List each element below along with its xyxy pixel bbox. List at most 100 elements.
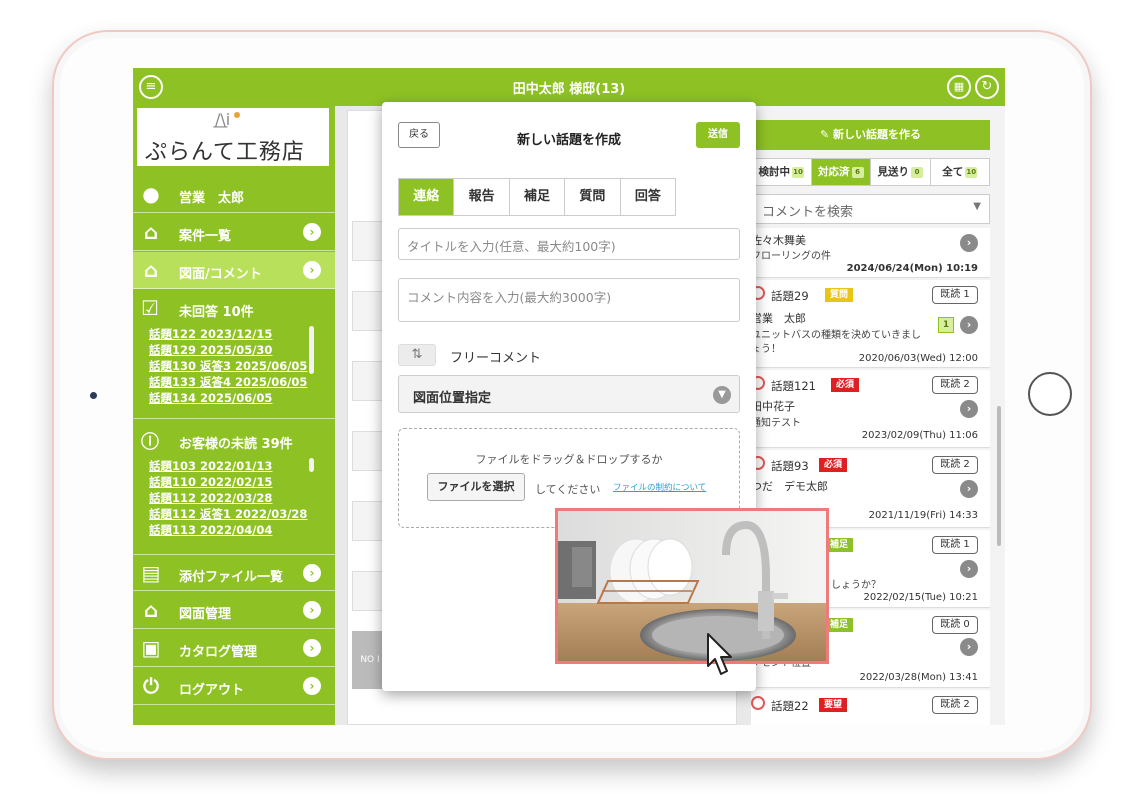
file-limit-link[interactable]: ファイルの制約について [613, 481, 706, 493]
scrollbar[interactable] [997, 406, 1001, 546]
unanswered-link[interactable]: 話題133 返答4 2025/06/05 [149, 374, 309, 390]
user-icon: ● [142, 182, 160, 206]
tab-all[interactable]: 全て 10 [931, 159, 990, 185]
new-comment-count: 1 [938, 317, 954, 333]
unanswered-link[interactable]: 話題122 2023/12/15 [149, 326, 309, 342]
sidebar-item-catalog[interactable]: ▣ カタログ管理 › [133, 630, 335, 667]
calendar-icon[interactable]: ▦ [947, 75, 971, 99]
customer-unread-list: 話題103 2022/01/13 話題110 2022/02/15 話題112 … [149, 458, 309, 544]
tab-considering[interactable]: 検討中 10 [752, 159, 812, 185]
tab-count: 10 [792, 166, 804, 178]
dropzone-text: してください [535, 483, 601, 496]
unanswered-link[interactable]: 話題134 2025/06/05 [149, 390, 309, 406]
chevron-right-icon: › [303, 223, 321, 241]
home-icon: ⌂ [143, 220, 159, 244]
topic-message: 通知テスト [751, 418, 801, 429]
kitchen-sink-photo [555, 508, 829, 664]
chevron-right-icon: › [303, 601, 321, 619]
chevron-right-icon[interactable]: › [960, 234, 978, 252]
new-topic-label: 新しい話題を作る [833, 128, 922, 141]
topic-item[interactable]: 話題29 質問 既読 1 営業 太郎 ユニットバスの種類を決めていきまし ょう！… [751, 280, 990, 368]
chevron-down-icon: ▼ [713, 386, 731, 404]
chevron-right-icon[interactable]: › [960, 400, 978, 418]
choose-file-button[interactable]: ファイルを選択 [427, 473, 525, 501]
sidebar-item-label: 図面/コメント [179, 267, 262, 282]
camera-icon [90, 392, 97, 399]
sidebar-item-attachments[interactable]: ▤ 添付ファイル一覧 › [133, 554, 335, 591]
catalog-icon: ▣ [141, 636, 161, 660]
tab-label: 見送り [877, 166, 910, 178]
sidebar-item-label: 図面管理 [179, 607, 232, 622]
position-select-label: 図面位置指定 [413, 391, 492, 406]
tab-count: 6 [851, 166, 864, 178]
customer-unread-link[interactable]: 話題110 2022/02/15 [149, 474, 309, 490]
read-count: 既読 2 [932, 456, 978, 474]
title-input[interactable]: タイトルを入力(任意、最大約100字) [398, 228, 740, 260]
topic-title: 話題22 [771, 699, 809, 713]
customer-unread-link[interactable]: 話題112 返答1 2022/03/28 [149, 506, 309, 522]
chevron-right-icon[interactable]: › [960, 480, 978, 498]
sidebar: /͟\i ぷらんて工務店 ● 営業 太郎 ⌂ 案件一覧 › ⌂ 図面/コメント … [133, 106, 335, 725]
dropzone-text: ファイルをドラッグ＆ドロップするか [475, 453, 663, 466]
page-title: 田中太郎 様邸(13) [512, 82, 626, 97]
sidebar-item-label: ログアウト [179, 683, 245, 698]
position-select[interactable]: 図面位置指定 ▼ [398, 375, 740, 413]
customer-unread-link[interactable]: 話題103 2022/01/13 [149, 458, 309, 474]
topic-author: つだ デモ太郎 [751, 480, 828, 493]
scrollbar[interactable] [309, 458, 314, 472]
logo: /͟\i ぷらんて工務店 [137, 108, 329, 166]
topic-type-selector: 連絡 報告 補足 質問 回答 [398, 178, 676, 216]
comment-textarea[interactable]: コメント内容を入力(最大約3000字) [398, 278, 740, 322]
user-name: 営業 太郎 [179, 191, 245, 206]
topic-message: フローリングの件 [751, 251, 831, 262]
customer-unread-link[interactable]: 話題112 2022/03/28 [149, 490, 309, 506]
tab-label: 検討中 [758, 166, 791, 178]
refresh-icon[interactable]: ↻ [975, 75, 999, 99]
unanswered-list: 話題122 2023/12/15 話題129 2025/05/30 話題130 … [149, 326, 309, 410]
topic-date: 2021/11/19(Fri) 14:33 [868, 510, 978, 521]
topic-item[interactable]: 話題22 要望 既読 2 [751, 690, 990, 725]
chevron-right-icon[interactable]: › [960, 638, 978, 656]
tab-resolved[interactable]: 対応済 6 [811, 159, 871, 185]
chevron-right-icon[interactable]: › [960, 316, 978, 334]
topic-date: 2022/03/28(Mon) 13:41 [859, 672, 978, 683]
comment-search-select[interactable]: コメントを検索 ▼ [751, 194, 990, 224]
topic-date: 2024/06/24(Mon) 10:19 [846, 263, 978, 274]
sidebar-item-drawing-management[interactable]: ⌂ 図面管理 › [133, 592, 335, 629]
logo-dot [234, 112, 240, 118]
topic-title: 話題93 [771, 459, 809, 473]
tab-postponed[interactable]: 見送り 0 [871, 159, 931, 185]
unanswered-link[interactable]: 話題129 2025/05/30 [149, 342, 309, 358]
topic-author: 佐々木舞美 [751, 234, 806, 247]
scrollbar[interactable] [309, 326, 314, 374]
topic-item[interactable]: 話題121 必須 既読 2 田中花子 通知テスト › 2023/02/09(Th… [751, 370, 990, 448]
unanswered-link[interactable]: 話題130 返答3 2025/06/05 [149, 358, 309, 374]
topic-date: 2023/02/09(Thu) 11:06 [861, 430, 978, 441]
home-button[interactable] [1028, 372, 1072, 416]
topic-date: 2020/06/03(Wed) 12:00 [858, 353, 978, 364]
type-answer[interactable]: 回答 [621, 179, 675, 215]
type-supplement[interactable]: 補足 [510, 179, 566, 215]
sidebar-item-label: 添付ファイル一覧 [179, 570, 284, 585]
type-report[interactable]: 報告 [454, 179, 510, 215]
topic-badge: 必須 [819, 458, 848, 472]
chevron-right-icon: › [303, 261, 321, 279]
free-comment-label: フリーコメント [450, 351, 542, 366]
logo-mark-icon: /͟\i [215, 110, 231, 129]
chevron-right-icon[interactable]: › [960, 560, 978, 578]
sidebar-item-logout[interactable]: ⏻ ログアウト › [133, 668, 335, 705]
stage: ≡ 田中太郎 様邸(13) ▦ ↻ /͟\i ぷらんて工務店 ● 営業 太郎 ⌂… [0, 0, 1138, 800]
new-topic-button[interactable]: ✎ 新しい話題を作る [751, 120, 990, 150]
sidebar-item-label: カタログ管理 [179, 645, 258, 660]
sidebar-item-drawings[interactable]: ⌂ 図面/コメント › [133, 252, 335, 289]
sidebar-item-projects[interactable]: ⌂ 案件一覧 › [133, 214, 335, 251]
topic-title: 話題121 [771, 379, 816, 393]
type-contact[interactable]: 連絡 [399, 179, 455, 215]
send-button[interactable]: 送信 [696, 122, 740, 148]
customer-unread-link[interactable]: 話題113 2022/04/04 [149, 522, 309, 538]
chevron-right-icon: › [303, 639, 321, 657]
topic-badge: 補足 [825, 618, 854, 632]
topic-message: しょうか？ [831, 580, 881, 591]
type-question[interactable]: 質問 [565, 179, 621, 215]
topic-item[interactable]: 佐々木舞美 フローリングの件 › 2024/06/24(Mon) 10:19 [751, 228, 990, 278]
